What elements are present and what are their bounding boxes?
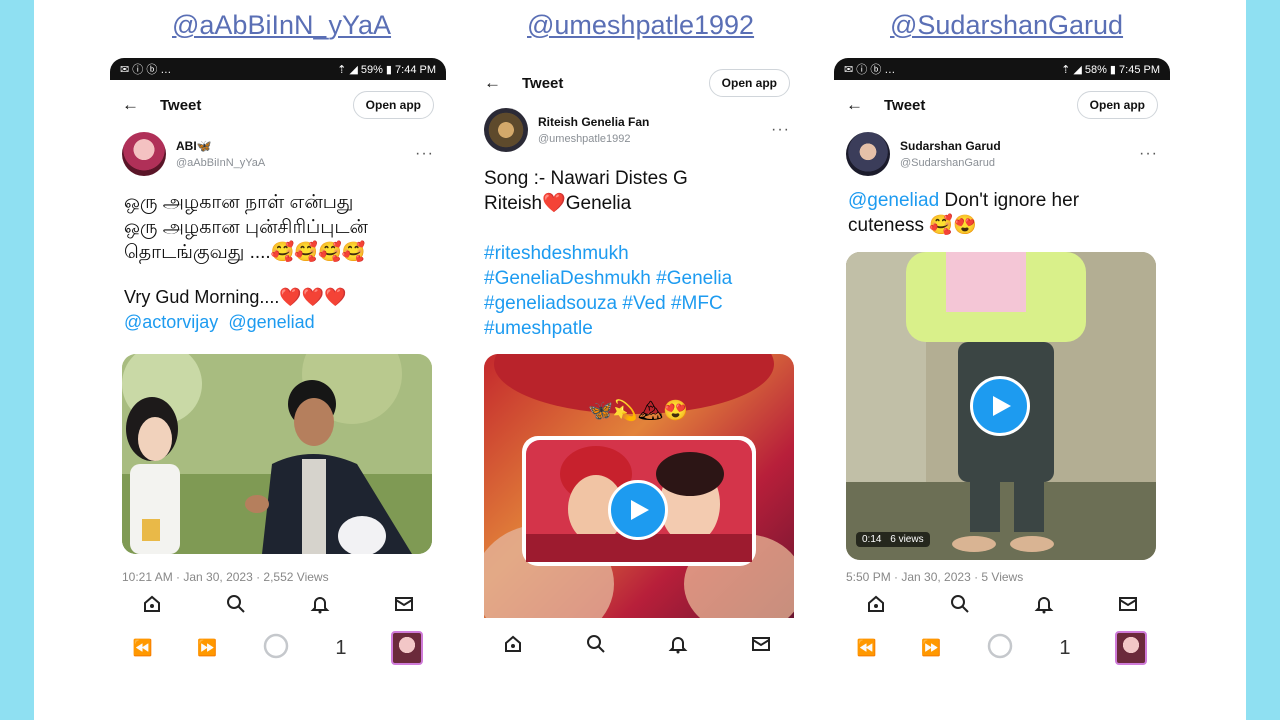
phone-screenshot-2: ← Tweet Open app Riteish Genelia Fan @um…	[472, 58, 802, 692]
status-bar: ✉ ⓘ ⓑ … ⇡ ◢ 59% ▮ 7:44 PM	[110, 58, 446, 80]
notifications-icon[interactable]	[667, 633, 689, 655]
browser-nav-bar: ⏪ ⏩ 1	[834, 626, 1170, 670]
messages-icon[interactable]	[750, 633, 772, 655]
hashtag-line[interactable]: #riteshdeshmukh	[484, 241, 790, 266]
more-options-icon[interactable]: ···	[415, 145, 434, 163]
status-left: ✉ ⓘ ⓑ …	[120, 64, 172, 76]
open-app-button[interactable]: Open app	[708, 69, 790, 97]
avatar[interactable]	[484, 108, 528, 152]
more-options-icon[interactable]: ···	[771, 121, 790, 139]
avatar[interactable]	[122, 132, 166, 176]
refresh-icon[interactable]	[262, 632, 290, 665]
tweet-line-2: Riteish❤️Genelia	[484, 193, 632, 214]
messages-icon[interactable]	[1117, 593, 1139, 615]
hashtag-line[interactable]: #umeshpatle	[484, 316, 790, 341]
tab-count[interactable]: 1	[335, 637, 346, 660]
mention-link[interactable]: @actorvijay	[124, 312, 218, 332]
notifications-icon[interactable]	[309, 593, 331, 615]
page-title: Tweet	[522, 74, 564, 92]
hashtag-line[interactable]: #GeneliaDeshmukh #Genelia	[484, 266, 790, 291]
play-button[interactable]	[608, 480, 668, 540]
page-title: Tweet	[160, 96, 202, 114]
tab-thumbnail[interactable]	[391, 631, 424, 665]
search-icon[interactable]	[585, 633, 607, 655]
tweet-line-4: Vry Gud Morning....❤️❤️❤️	[124, 287, 347, 307]
fast-forward-icon[interactable]: ⏩	[921, 638, 941, 658]
tweet-text: @geneliad Don't ignore her cuteness 🥰😍	[848, 188, 1158, 238]
bottom-nav	[834, 584, 1170, 624]
rewind-icon[interactable]: ⏪	[857, 638, 877, 658]
refresh-icon[interactable]	[986, 632, 1014, 665]
overlay-emojis: 🦋💫🏔😍	[588, 400, 689, 422]
back-arrow-icon[interactable]: ←	[484, 73, 522, 93]
status-right: ⇡ ◢ 58% ▮ 7:45 PM	[1061, 63, 1160, 76]
notifications-icon[interactable]	[1033, 593, 1055, 615]
tweet-text: Song :- Nawari Distes G Riteish❤️Genelia…	[484, 166, 790, 341]
phone-screenshot-3: ✉ ⓘ ⓑ … ⇡ ◢ 58% ▮ 7:45 PM ← Tweet Open a…	[834, 58, 1170, 692]
open-app-button[interactable]: Open app	[1076, 91, 1158, 119]
handle-label-1[interactable]: @aAbBiInN_yYaA	[172, 10, 391, 41]
tweet-timestamp: 10:21 AM · Jan 30, 2023 · 2,552 Views	[122, 570, 329, 584]
tweet-header: ← Tweet Open app	[110, 88, 446, 122]
tweet-image[interactable]	[122, 354, 432, 554]
author-handle[interactable]: @aAbBiInN_yYaA	[176, 157, 415, 169]
tweet-line-2: cuteness 🥰😍	[848, 215, 977, 236]
tweet-line-2: ஒரு அழகான புன்சிரிப்புடன்	[124, 217, 368, 238]
search-icon[interactable]	[949, 593, 971, 615]
avatar[interactable]	[846, 132, 890, 176]
tweet-line-1: ஒரு அழகான நாள் என்பது	[124, 192, 354, 213]
tab-thumbnail[interactable]	[1115, 631, 1148, 665]
rewind-icon[interactable]: ⏪	[133, 638, 153, 658]
status-left: ✉ ⓘ ⓑ …	[844, 64, 896, 76]
author-handle[interactable]: @SudarshanGarud	[900, 157, 1139, 169]
phone-screenshot-1: ✉ ⓘ ⓑ … ⇡ ◢ 59% ▮ 7:44 PM ← Tweet Open a…	[110, 58, 446, 692]
more-options-icon[interactable]: ···	[1139, 145, 1158, 163]
browser-nav-bar: ⏪ ⏩ 1	[110, 626, 446, 670]
tweet-header: ← Tweet Open app	[834, 88, 1170, 122]
tweet-line-3: தொடங்குவது ....🥰🥰🥰🥰	[124, 242, 366, 263]
author-name[interactable]: Riteish Genelia Fan	[538, 115, 771, 129]
photo-illustration	[122, 354, 432, 554]
search-icon[interactable]	[225, 593, 247, 615]
fast-forward-icon[interactable]: ⏩	[197, 638, 217, 658]
tweet-text: ஒரு அழகான நாள் என்பது ஒரு அழகான புன்சிரி…	[124, 190, 434, 335]
hashtag-line[interactable]: #geneliadsouza #Ved #MFC	[484, 291, 790, 316]
home-icon[interactable]	[141, 593, 163, 615]
page-title: Tweet	[884, 96, 926, 114]
author-name[interactable]: Sudarshan Garud	[900, 139, 1139, 153]
home-icon[interactable]	[865, 593, 887, 615]
back-arrow-icon[interactable]: ←	[122, 95, 160, 115]
tweet-line-1: Don't ignore her	[939, 190, 1080, 211]
status-right: ⇡ ◢ 59% ▮ 7:44 PM	[337, 63, 436, 76]
video-duration: 0:14	[862, 534, 882, 545]
mention-link[interactable]: @geneliad	[848, 190, 939, 211]
status-bar: ✉ ⓘ ⓑ … ⇡ ◢ 58% ▮ 7:45 PM	[834, 58, 1170, 80]
collage-canvas: @aAbBiInN_yYaA @umeshpatle1992 @Sudarsha…	[34, 0, 1246, 720]
open-app-button[interactable]: Open app	[352, 91, 434, 119]
bottom-nav	[472, 624, 802, 664]
handle-label-3[interactable]: @SudarshanGarud	[890, 10, 1123, 41]
author-handle[interactable]: @umeshpatle1992	[538, 133, 771, 145]
tweet-author: Sudarshan Garud @SudarshanGarud ···	[846, 130, 1158, 178]
tweet-author: Riteish Genelia Fan @umeshpatle1992 ···	[484, 106, 790, 154]
back-arrow-icon[interactable]: ←	[846, 95, 884, 115]
tweet-line-1: Song :- Nawari Distes G	[484, 168, 688, 189]
tweet-header: ← Tweet Open app	[472, 66, 802, 100]
tweet-author: ABI🦋 @aAbBiInN_yYaA ···	[122, 130, 434, 178]
author-name[interactable]: ABI🦋	[176, 139, 415, 153]
mention-link[interactable]: @geneliad	[228, 312, 314, 332]
video-stats: 0:14 6 views	[856, 532, 930, 547]
home-icon[interactable]	[502, 633, 524, 655]
tab-count[interactable]: 1	[1059, 637, 1070, 660]
messages-icon[interactable]	[393, 593, 415, 615]
tweet-timestamp: 5:50 PM · Jan 30, 2023 · 5 Views	[846, 570, 1024, 584]
video-views: 6 views	[890, 534, 924, 545]
tweet-video[interactable]: 🦋💫🏔😍	[484, 354, 794, 618]
bottom-nav	[110, 584, 446, 624]
play-button[interactable]	[970, 376, 1030, 436]
tweet-video[interactable]: 0:14 6 views	[846, 252, 1156, 560]
handle-label-2[interactable]: @umeshpatle1992	[527, 10, 754, 41]
